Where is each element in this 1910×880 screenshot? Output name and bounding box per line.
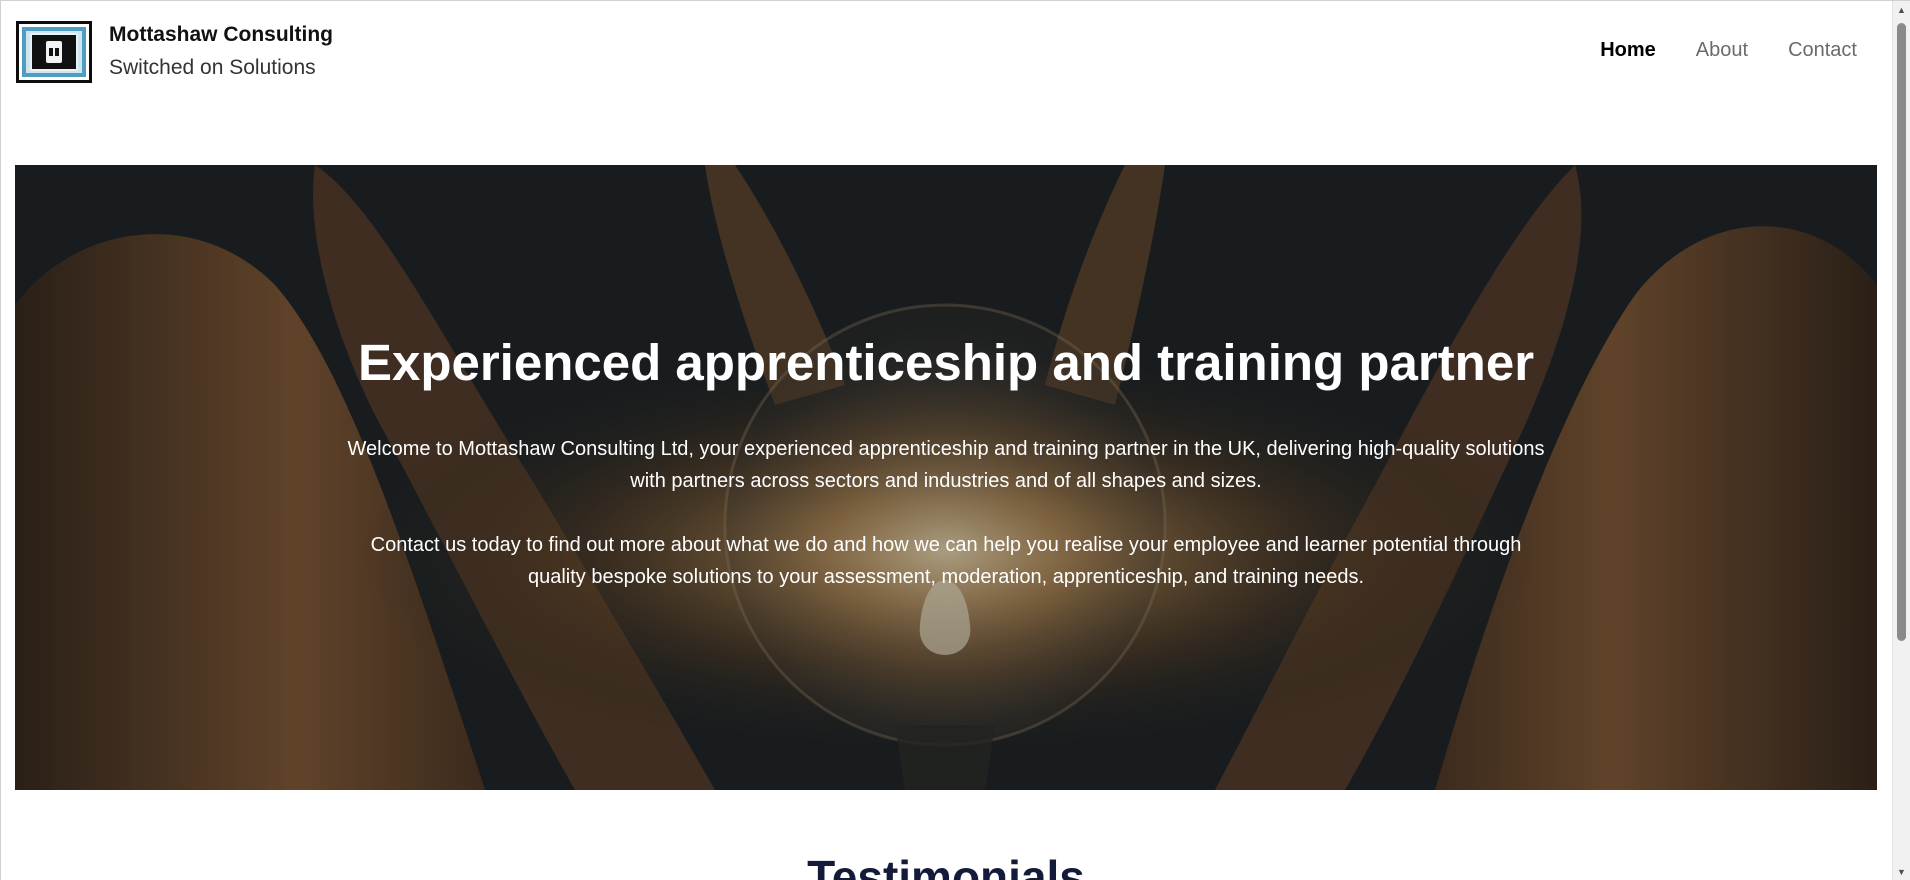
scroll-down-arrow-icon[interactable]: ▼ xyxy=(1893,863,1910,880)
testimonials-heading: Testimonials xyxy=(807,851,1085,880)
site-title[interactable]: Mottashaw Consulting xyxy=(109,23,333,47)
site-tagline: Switched on Solutions xyxy=(109,56,316,79)
plug-logo-icon[interactable] xyxy=(16,21,92,83)
hero-banner: Experienced apprenticeship and training … xyxy=(15,165,1877,790)
hero-contact-paragraph: Contact us today to find out more about … xyxy=(370,534,1522,588)
site-header: Mottashaw Consulting Switched on Solutio… xyxy=(1,1,1891,101)
vertical-scrollbar[interactable]: ▲ ▼ xyxy=(1892,1,1910,880)
nav-item-contact[interactable]: Contact xyxy=(1788,39,1857,62)
scrollbar-thumb[interactable] xyxy=(1897,23,1906,641)
nav-item-home[interactable]: Home xyxy=(1600,39,1656,62)
main-nav: Home About Contact xyxy=(1600,39,1857,62)
page: Mottashaw Consulting Switched on Solutio… xyxy=(0,0,1910,880)
scroll-up-arrow-icon[interactable]: ▲ xyxy=(1893,1,1910,19)
hero-title: Experienced apprenticeship and training … xyxy=(357,334,1535,391)
nav-item-about[interactable]: About xyxy=(1696,39,1748,62)
hero-intro-paragraph: Welcome to Mottashaw Consulting Ltd, you… xyxy=(347,438,1545,492)
